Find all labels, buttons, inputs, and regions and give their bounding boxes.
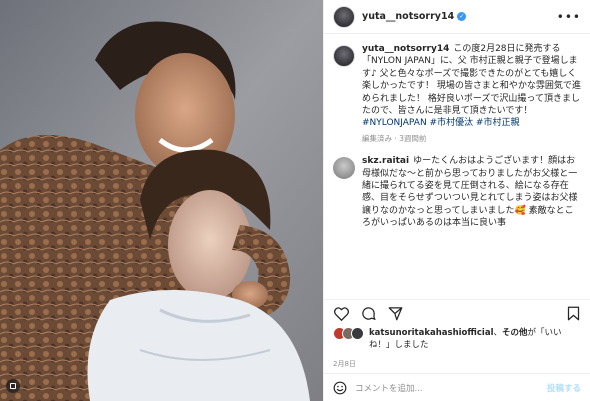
share-icon[interactable]: [387, 306, 403, 322]
comment-row: skz.raitai ゆーたくんおはようございます！顔はお母様似だな〜と前から思っ…: [333, 155, 581, 229]
post-photo[interactable]: [0, 0, 323, 401]
comment-username[interactable]: skz.raitai: [362, 156, 409, 166]
caption-hashtags[interactable]: #NYLONJAPAN #市村優汰 #市村正親: [362, 118, 519, 128]
tagged-users-icon[interactable]: [6, 379, 20, 393]
action-bar: [324, 299, 590, 327]
caption-row: yuta__notsorry14 この度2月28日に発売する「NYLON JAPA…: [333, 43, 581, 145]
caption-avatar[interactable]: [333, 45, 355, 67]
caption-username[interactable]: yuta__notsorry14: [362, 44, 449, 54]
heart-icon[interactable]: [333, 306, 349, 322]
comment-avatar[interactable]: [333, 157, 355, 180]
post-image: [0, 0, 323, 401]
comment-input[interactable]: コメントを追加...: [355, 382, 423, 394]
likes-summary: katsunoritakahashiofficial、その他が「いいね！」しまし…: [324, 327, 590, 355]
emoji-icon[interactable]: [333, 381, 347, 395]
liker-username[interactable]: katsunoritakahashiofficial: [369, 328, 493, 338]
caption-body: yuta__notsorry14 この度2月28日に発売する「NYLON JAPA…: [362, 43, 581, 145]
instagram-post-view: yuta__notsorry14 ✓ ••• yuta__notsorry14 こ…: [0, 0, 590, 401]
bookmark-icon[interactable]: [565, 306, 581, 322]
caption-meta: 編集済み · 3週間前: [362, 133, 427, 143]
comment-icon[interactable]: [360, 306, 376, 322]
verified-badge-icon: ✓: [457, 12, 467, 21]
post-comment-button[interactable]: 投稿する: [547, 382, 581, 394]
more-options-icon[interactable]: •••: [557, 10, 581, 24]
likes-others-link[interactable]: その他: [502, 328, 528, 338]
post-date[interactable]: 2月8日: [324, 355, 590, 373]
liker-avatars[interactable]: [333, 327, 364, 341]
post-author-username[interactable]: yuta__notsorry14: [362, 11, 454, 22]
liker-avatar: [351, 327, 364, 340]
comments-list: yuta__notsorry14 この度2月28日に発売する「NYLON JAPA…: [324, 34, 590, 299]
comment-text: ゆーたくんおはようございます！顔はお母様似だな〜と前から思っておりましたがお父様…: [362, 156, 578, 229]
avatar[interactable]: [333, 5, 355, 28]
likes-separator: 、: [493, 328, 502, 338]
caption-text: この度2月28日に発売する「NYLON JAPAN」に、父 市村正親と親子で登場…: [362, 44, 581, 117]
comment-body: skz.raitai ゆーたくんおはようございます！顔はお母様似だな〜と前から思っ…: [362, 155, 581, 229]
add-comment-bar: コメントを追加... 投稿する: [324, 373, 590, 401]
post-side-panel: yuta__notsorry14 ✓ ••• yuta__notsorry14 こ…: [323, 0, 590, 401]
likes-text: katsunoritakahashiofficial、その他が「いいね！」しまし…: [369, 327, 581, 351]
post-header: yuta__notsorry14 ✓ •••: [324, 0, 590, 34]
